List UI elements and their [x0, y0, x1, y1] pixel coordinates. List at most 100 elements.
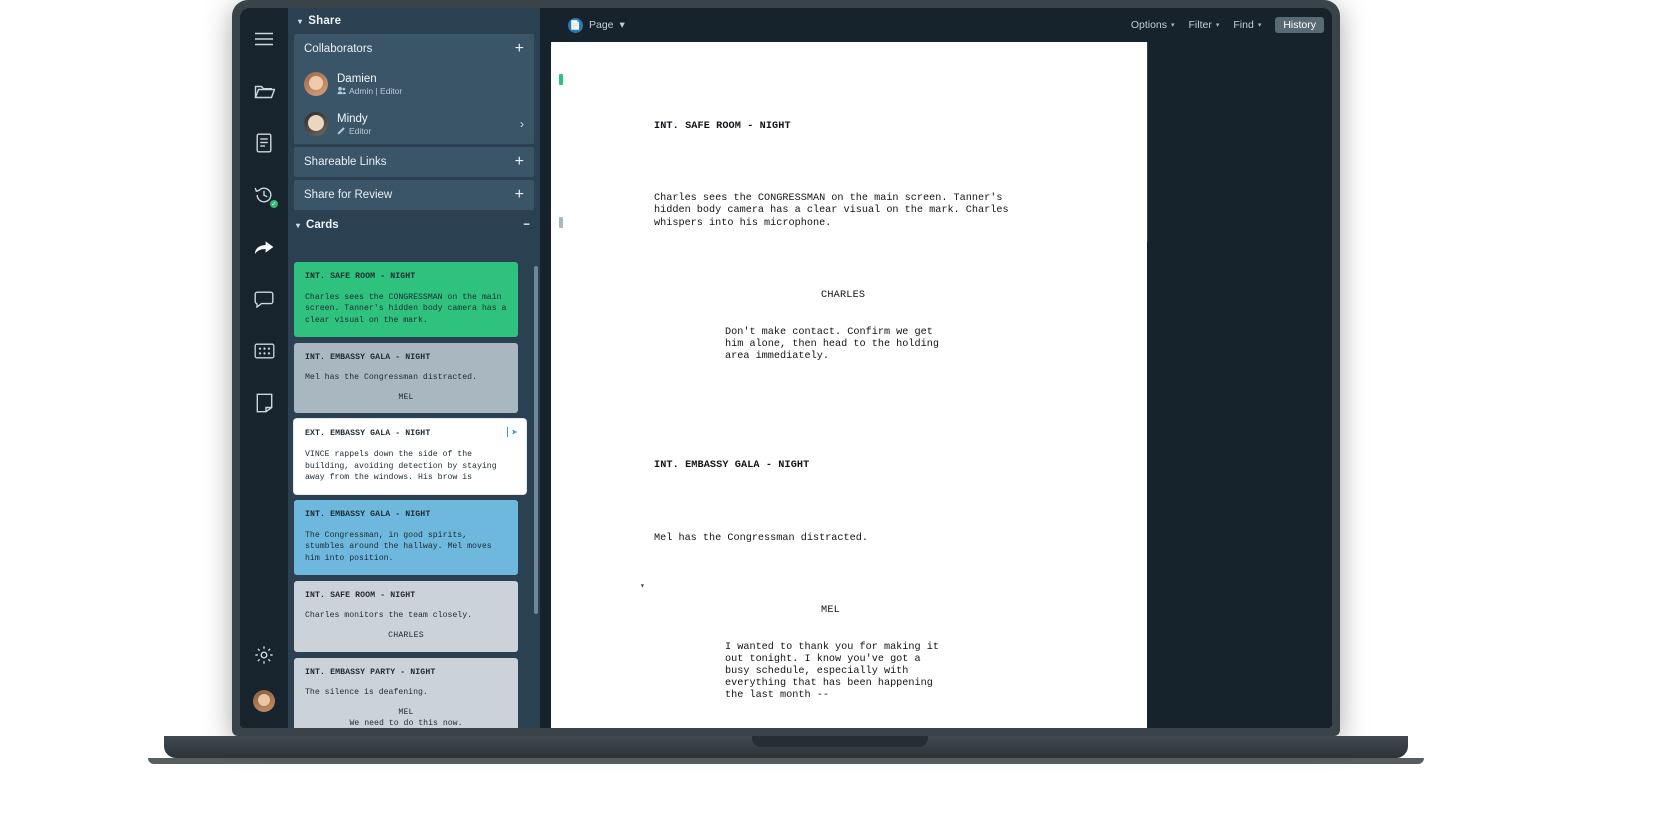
shareable-links-section[interactable]: Shareable Links + [294, 147, 534, 177]
slugline: INT. EMBASSY GALA - NIGHT [654, 459, 810, 471]
cards-collapse-button[interactable]: − [523, 219, 530, 231]
folder-icon[interactable] [247, 74, 281, 108]
add-review-share-button[interactable]: + [515, 187, 524, 203]
dialogue-block: I wanted to thank you for making it out … [725, 641, 939, 702]
card-item[interactable]: INT. EMBASSY GALA - NIGHT Mel has the Co… [294, 342, 518, 414]
board-icon[interactable] [247, 334, 281, 368]
share-panel-header[interactable]: ▾ Share [288, 8, 540, 34]
dialogue-block: Don't make contact. Confirm we get him a… [725, 326, 939, 362]
card-body: Charles monitors the team closely. [305, 611, 473, 621]
sync-status-badge: ✓ [269, 199, 279, 209]
cards-title: Cards [306, 219, 339, 231]
editor-toolbar: 📄 Page ▾ Options ▾ Filter ▾ Find ▾ Histo… [540, 8, 1332, 42]
options-menu[interactable]: Options ▾ [1131, 19, 1175, 31]
scene-marker-grey [559, 217, 563, 228]
screenshot-root: ✓ ▾ Share Collaborators + Damien Admin |… [0, 0, 1680, 840]
page-canvas: INT. SAFE ROOM - NIGHT Charles sees the … [540, 42, 1332, 728]
collaborator-role: Editor [337, 126, 371, 136]
cards-list[interactable]: INT. SAFE ROOM - NIGHT Charles sees the … [288, 262, 540, 728]
laptop-foot [148, 758, 1424, 764]
options-label: Options [1130, 19, 1167, 31]
card-slugline: INT. EMBASSY GALA - NIGHT [305, 352, 431, 362]
comments-icon[interactable] [247, 282, 281, 316]
filter-menu[interactable]: Filter ▾ [1189, 19, 1220, 31]
card-item[interactable]: INT. SAFE ROOM - NIGHT Charles sees the … [294, 262, 518, 337]
cards-section-header[interactable]: ▾ Cards − [288, 213, 540, 237]
card-item[interactable]: INT. EMBASSY PARTY - NIGHT The silence i… [294, 657, 518, 728]
card-slugline: INT. SAFE ROOM - NIGHT [305, 590, 416, 600]
avatar-mindy [304, 112, 328, 136]
menu-icon[interactable] [247, 22, 281, 56]
shareable-links-label: Shareable Links [304, 156, 387, 168]
script-page[interactable]: INT. SAFE ROOM - NIGHT Charles sees the … [551, 42, 1147, 728]
notes-icon[interactable] [247, 386, 281, 420]
filter-label: Filter [1188, 19, 1212, 31]
chevron-right-icon[interactable]: › [520, 117, 524, 131]
history-button[interactable]: History [1275, 17, 1324, 33]
card-body: The Congressman, in good spirits, stumbl… [305, 530, 492, 563]
pencil-icon [337, 127, 345, 135]
laptop-notch [752, 736, 928, 747]
current-user-avatar[interactable] [253, 690, 275, 712]
add-collaborator-button[interactable]: + [515, 41, 524, 57]
collaborator-row-mindy[interactable]: Mindy Editor › [294, 104, 534, 144]
chevron-down-icon: ▾ [296, 221, 301, 230]
card-character: MEL [398, 707, 414, 717]
character-cue: MEL [821, 605, 840, 617]
slugline: INT. SAFE ROOM - NIGHT [654, 120, 791, 132]
add-shareable-link-button[interactable]: + [515, 154, 524, 170]
page-selector[interactable]: 📄 Page ▾ [568, 17, 625, 33]
document-icon[interactable] [247, 126, 281, 160]
send-icon[interactable]: ➤ [511, 427, 518, 443]
script-content[interactable]: INT. SAFE ROOM - NIGHT Charles sees the … [551, 42, 1147, 728]
chevron-down-icon: ▾ [1215, 22, 1220, 29]
collaborator-role-text: Admin | Editor [349, 85, 403, 96]
collaborators-section: Collaborators + Damien Admin | Editor Mi… [294, 34, 534, 144]
card-extra: We need to do this now. [349, 719, 463, 728]
card-character: MEL [398, 392, 414, 402]
chevron-down-icon: ▾ [1171, 22, 1175, 29]
text-cursor [506, 427, 508, 438]
scene-marker-green [559, 74, 563, 85]
collaborator-role-text: Editor [349, 125, 372, 136]
card-character: CHARLES [388, 630, 424, 640]
collaborator-name: Mindy [337, 112, 368, 125]
share-icon[interactable] [247, 230, 281, 264]
action-block: Mel has the Congressman distracted. [654, 532, 868, 544]
card-item-editing[interactable]: ➤ EXT. EMBASSY GALA - NIGHT VINCE rappel… [294, 419, 526, 495]
card-slugline: INT. EMBASSY PARTY - NIGHT [305, 667, 436, 677]
collaborator-role: Admin | Editor [337, 86, 402, 96]
card-body: Mel has the Congressman distracted. [305, 373, 477, 383]
card-slugline: INT. SAFE ROOM - NIGHT [305, 272, 416, 281]
share-panel: ▾ Share Collaborators + Damien Admin | E… [288, 8, 540, 728]
action-block: Charles sees the CONGRESSMAN on the main… [654, 193, 1009, 229]
chevron-down-icon: ▾ [619, 19, 625, 31]
card-item[interactable]: INT. SAFE ROOM - NIGHT Charles monitors … [294, 580, 518, 652]
collaborator-name: Damien [337, 72, 377, 85]
page-label: Page [589, 19, 614, 31]
find-menu[interactable]: Find ▾ [1233, 19, 1261, 31]
share-for-review-section[interactable]: Share for Review + [294, 180, 534, 210]
share-for-review-label: Share for Review [304, 189, 393, 201]
document-icon: 📄 [568, 17, 583, 33]
history-icon[interactable]: ✓ [247, 178, 281, 212]
editor-area: 📄 Page ▾ Options ▾ Filter ▾ Find ▾ Histo… [540, 8, 1332, 728]
cards-scrollbar[interactable] [534, 266, 538, 614]
card-item[interactable]: INT. EMBASSY GALA - NIGHT The Congressma… [294, 500, 518, 575]
share-panel-title: Share [308, 15, 342, 27]
find-label: Find [1233, 19, 1254, 31]
icon-rail: ✓ [240, 8, 288, 728]
scene-collapse-icon[interactable]: ▾ [640, 582, 645, 592]
chevron-down-icon: ▾ [1257, 22, 1262, 29]
character-cue: CHARLES [821, 290, 866, 302]
card-body: The silence is deafening. [305, 688, 428, 698]
card-body: Charles sees the CONGRESSMAN on the main… [305, 292, 507, 325]
card-slugline: INT. EMBASSY GALA - NIGHT [305, 510, 431, 520]
collaborators-label: Collaborators [304, 43, 373, 55]
chevron-down-icon: ▾ [298, 16, 303, 26]
card-body: VINCE rappels down the side of the build… [305, 450, 497, 483]
settings-icon[interactable] [247, 638, 281, 672]
card-slugline: EXT. EMBASSY GALA - NIGHT [305, 429, 431, 439]
collaborator-row-damien[interactable]: Damien Admin | Editor [294, 64, 534, 104]
collaborators-header: Collaborators + [294, 34, 534, 64]
